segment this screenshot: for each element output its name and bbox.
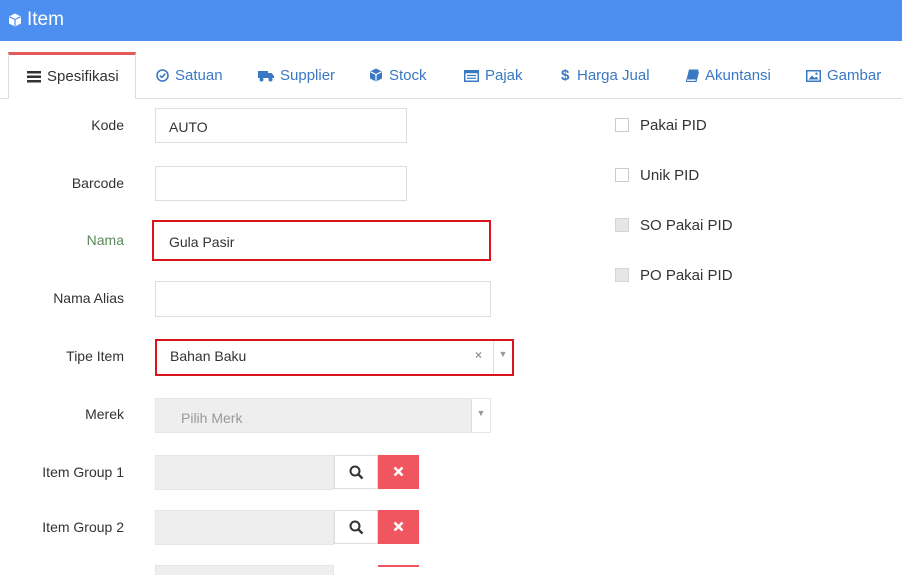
nama-value: Gula Pasir [169, 234, 235, 250]
tipe-item-value: Bahan Baku [170, 348, 247, 364]
merek-label: Merek [85, 406, 124, 422]
item-group-2-input[interactable] [155, 510, 334, 545]
truck-icon [258, 71, 274, 82]
close-icon [393, 521, 404, 532]
close-icon [393, 466, 404, 477]
search-icon [349, 520, 364, 535]
tab-harga-jual[interactable]: $ Harga Jual [561, 52, 650, 98]
image-icon [806, 70, 821, 82]
nama-input[interactable]: Gula Pasir [152, 220, 491, 261]
dollar-icon: $ [561, 67, 570, 84]
tab-label: Pajak [485, 67, 523, 84]
tab-supplier[interactable]: Supplier [258, 52, 335, 98]
kode-input[interactable]: AUTO [155, 108, 407, 143]
barcode-label: Barcode [71, 175, 124, 191]
table-icon [464, 70, 479, 82]
unik-pid-label: Unik PID [640, 167, 700, 184]
search-icon [349, 465, 364, 480]
tab-pajak[interactable]: Pajak [464, 52, 523, 98]
po-pakai-pid-checkbox [615, 268, 629, 282]
tab-akuntansi[interactable]: Akuntansi [685, 52, 771, 98]
tab-spesifikasi[interactable]: Spesifikasi [8, 52, 136, 99]
check-circle-icon [156, 69, 169, 82]
tab-bar: Spesifikasi Satuan Supplier Stock Pajak … [0, 52, 902, 99]
svg-text:$: $ [561, 67, 570, 82]
kode-value: AUTO [169, 119, 208, 135]
nama-label: Nama [86, 232, 124, 248]
app-header: Item [0, 0, 902, 41]
tab-label: Supplier [280, 67, 336, 84]
item-group-2-clear-button[interactable] [378, 510, 419, 544]
tipe-item-label: Tipe Item [66, 348, 124, 364]
pakai-pid-label: Pakai PID [640, 117, 707, 134]
item-group-1-input[interactable] [155, 455, 334, 490]
cube-icon [8, 13, 22, 30]
nama-alias-label: Nama Alias [53, 290, 124, 306]
cube-icon [370, 68, 382, 82]
chevron-down-icon[interactable]: ▼ [493, 341, 512, 374]
tab-label: Akuntansi [705, 67, 771, 84]
tab-label: Harga Jual [577, 67, 650, 84]
unik-pid-checkbox[interactable] [615, 168, 629, 182]
item-group-2-search-button[interactable] [334, 510, 378, 544]
page-title: Item [27, 9, 64, 30]
book-icon [685, 69, 700, 83]
chevron-down-icon[interactable]: ▼ [471, 399, 490, 432]
tipe-item-select[interactable]: Bahan Baku × ▼ [155, 339, 514, 376]
kode-label: Kode [91, 117, 124, 133]
tab-label: Satuan [175, 67, 223, 84]
item-group-2-label: Item Group 2 [42, 519, 124, 535]
nama-alias-input[interactable] [155, 281, 491, 317]
item-group-1-search-button[interactable] [334, 455, 378, 489]
so-pakai-pid-label: SO Pakai PID [640, 217, 733, 234]
tab-stock[interactable]: Stock [369, 52, 427, 98]
merek-placeholder: Pilih Merk [181, 410, 243, 426]
tab-gambar[interactable]: Gambar [806, 52, 881, 98]
barcode-input[interactable] [155, 166, 407, 201]
tab-label: Spesifikasi [47, 68, 119, 85]
so-pakai-pid-checkbox [615, 218, 629, 232]
tab-label: Gambar [827, 67, 882, 84]
clear-selection-icon[interactable]: × [475, 348, 482, 362]
po-pakai-pid-label: PO Pakai PID [640, 267, 733, 284]
item-group-1-label: Item Group 1 [42, 464, 124, 480]
tab-label: Stock [389, 67, 427, 84]
tab-satuan[interactable]: Satuan [156, 52, 223, 98]
pakai-pid-checkbox[interactable] [615, 118, 629, 132]
merek-select[interactable]: Pilih Merk ▼ [155, 398, 491, 433]
list-icon [27, 71, 41, 83]
item-group-1-clear-button[interactable] [378, 455, 419, 489]
